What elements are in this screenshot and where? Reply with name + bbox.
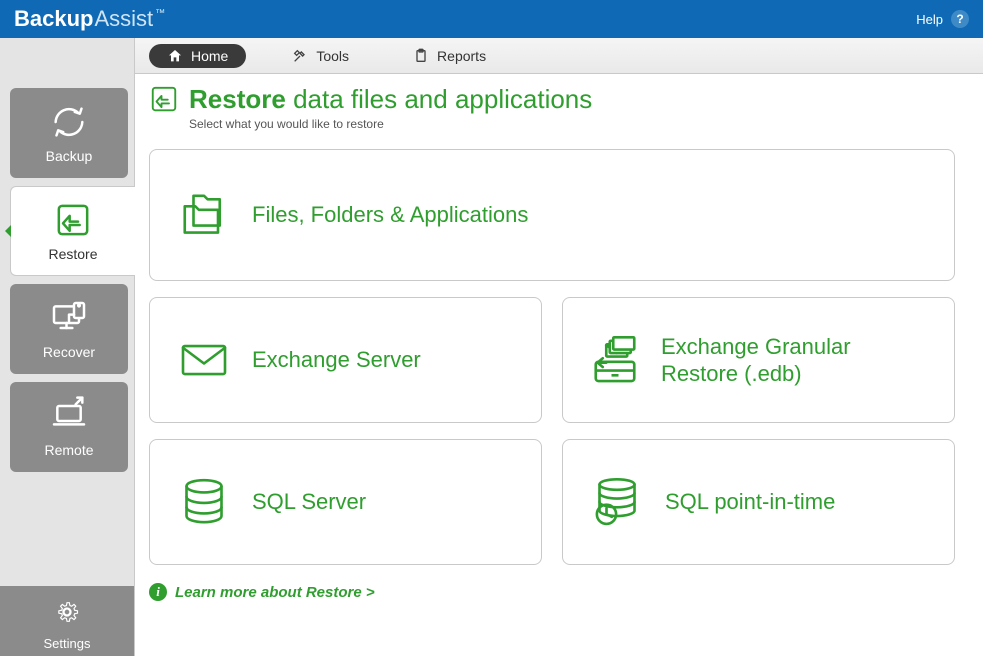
- card-exchange-server[interactable]: Exchange Server: [149, 297, 542, 423]
- gear-icon: [53, 598, 81, 626]
- home-icon: [167, 48, 183, 64]
- help-icon: ?: [951, 10, 969, 28]
- sidebar-label: Restore: [48, 246, 97, 262]
- card-title: SQL point-in-time: [665, 488, 835, 516]
- tab-reports[interactable]: Reports: [395, 44, 504, 68]
- tab-label: Tools: [316, 48, 349, 64]
- sidebar-label: Remote: [44, 442, 93, 458]
- sidebar-item-recover[interactable]: Recover: [10, 284, 128, 374]
- sidebar-item-remote[interactable]: Remote: [10, 382, 128, 472]
- card-title: SQL Server: [252, 488, 366, 516]
- card-sql-server[interactable]: SQL Server: [149, 439, 542, 565]
- page-subtitle: Select what you would like to restore: [189, 117, 592, 131]
- learn-more-label: Learn more about Restore >: [175, 584, 375, 601]
- tab-label: Home: [191, 48, 228, 64]
- sidebar-label: Recover: [43, 344, 95, 360]
- help-label: Help: [916, 12, 943, 27]
- card-title: Files, Folders & Applications: [252, 201, 528, 229]
- tab-home[interactable]: Home: [149, 44, 246, 68]
- sidebar-item-backup[interactable]: Backup: [10, 88, 128, 178]
- help-link[interactable]: Help ?: [916, 10, 969, 28]
- page-title: Restore data files and applications: [189, 84, 592, 115]
- learn-more-link[interactable]: i Learn more about Restore >: [149, 583, 955, 601]
- card-exchange-granular-restore[interactable]: Exchange Granular Restore (.edb): [562, 297, 955, 423]
- folders-icon: [174, 187, 234, 243]
- restore-icon: [53, 200, 93, 240]
- envelope-icon: [174, 332, 234, 388]
- tools-icon: [292, 48, 308, 64]
- page-title-rest: data files and applications: [293, 84, 592, 114]
- recover-monitor-icon: [49, 298, 89, 338]
- sidebar-item-settings[interactable]: Settings: [0, 586, 134, 656]
- nav-tab-strip: Home Tools Reports: [135, 38, 983, 74]
- restore-heading-icon: [149, 84, 179, 119]
- reports-clipboard-icon: [413, 48, 429, 64]
- card-title: Exchange Server: [252, 346, 421, 374]
- info-icon: i: [149, 583, 167, 601]
- sidebar-label: Backup: [46, 148, 93, 164]
- brand-word1: Backup: [14, 6, 93, 32]
- mailbox-drawer-icon: [587, 332, 643, 388]
- page-heading: Restore data files and applications Sele…: [149, 84, 955, 131]
- brand-word2: Assist: [94, 6, 153, 32]
- brand: Backup Assist ™: [14, 6, 165, 32]
- tab-label: Reports: [437, 48, 486, 64]
- card-files-folders-applications[interactable]: Files, Folders & Applications: [149, 149, 955, 281]
- backup-cycle-icon: [49, 102, 89, 142]
- card-title: Exchange Granular Restore (.edb): [661, 333, 930, 388]
- card-sql-point-in-time[interactable]: SQL point-in-time: [562, 439, 955, 565]
- sidebar-label: Settings: [44, 636, 91, 651]
- brand-tm: ™: [155, 8, 165, 19]
- header-bar: Backup Assist ™ Help ?: [0, 0, 983, 38]
- page-title-bold: Restore: [189, 84, 286, 114]
- content-area: Restore data files and applications Sele…: [135, 74, 983, 656]
- tab-tools[interactable]: Tools: [274, 44, 367, 68]
- remote-laptop-icon: [49, 396, 89, 436]
- database-clock-icon: [587, 474, 647, 530]
- database-icon: [174, 474, 234, 530]
- sidebar-item-restore[interactable]: Restore: [10, 186, 135, 276]
- sidebar: Backup Restore: [0, 38, 135, 656]
